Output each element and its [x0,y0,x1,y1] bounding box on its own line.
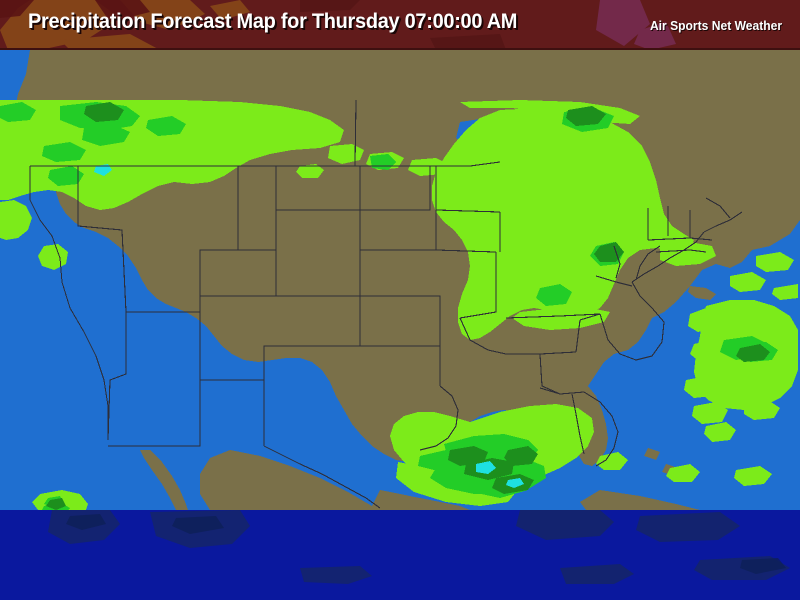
brand-label: Air Sports Net Weather [649,18,782,33]
map-graphic [0,50,800,510]
page-title: Precipitation Forecast Map for Thursday … [28,10,518,33]
header-bar: Precipitation Forecast Map for Thursday … [0,0,800,50]
legend-panel: Inches of Precipitation for 6 Hour Perio… [0,510,800,600]
weather-map-page: Precipitation Forecast Map for Thursday … [0,0,800,600]
legend-background-texture [0,510,800,600]
map-canvas[interactable] [0,50,800,510]
